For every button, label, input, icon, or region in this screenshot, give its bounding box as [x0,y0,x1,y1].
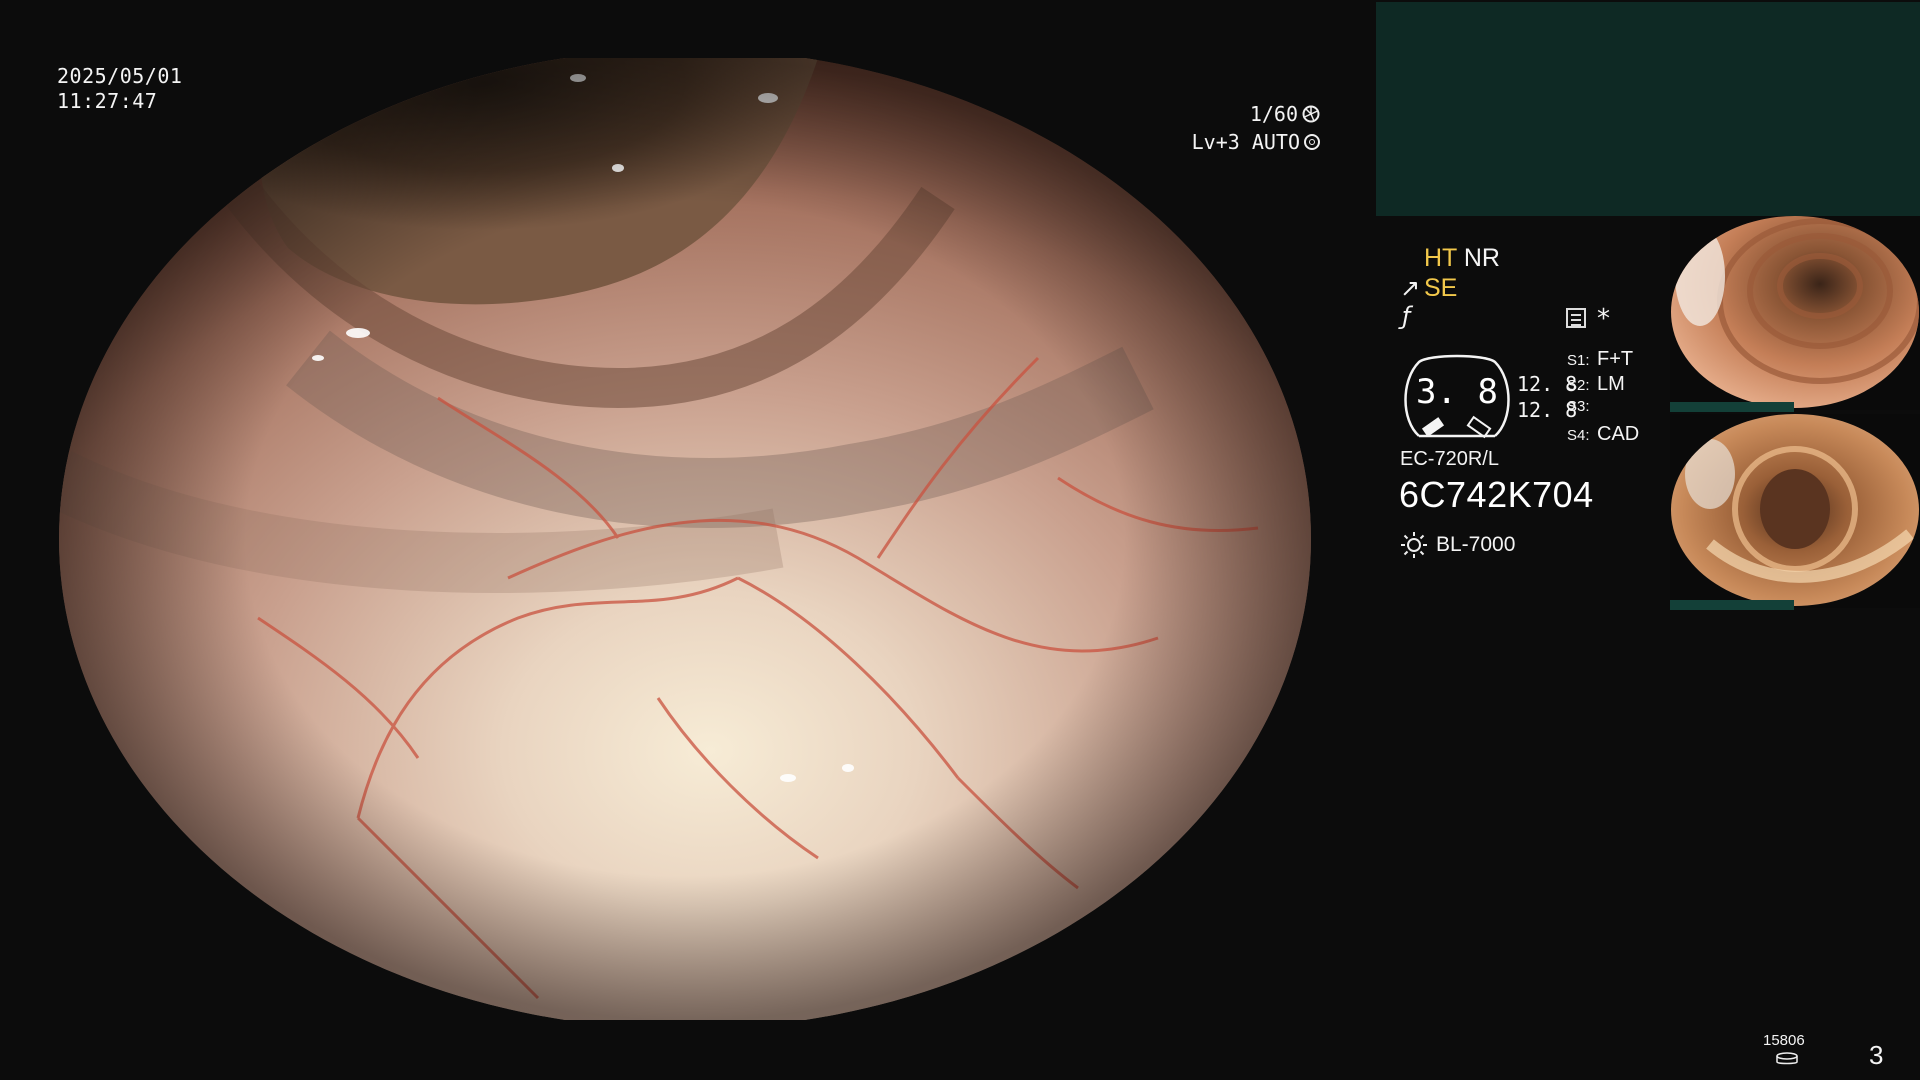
switch-row: S3: [1567,398,1590,415]
light-source-label: BL-7000 [1436,533,1516,556]
time-label: 11:27:47 [57,89,158,113]
switch-row: S1: F+T [1567,348,1634,370]
nr-indicator: NR [1463,244,1500,272]
thumbnail-bar [1670,600,1794,610]
page-number: 3 [1869,1040,1884,1070]
endoscopy-monitor: 2025/05/01 11:27:47 1/60 Lv+3 AUTO HT NR… [0,0,1920,1080]
zoom-value: 3. 8 [1416,372,1498,412]
asterisk-icon: * [1597,304,1610,334]
light-source: BL-7000 [1400,531,1515,559]
switch-row: S2: LM [1567,373,1625,395]
captured-thumbnail[interactable] [1670,216,1920,410]
light-source-icon [1401,532,1427,558]
thumbnail-image [1671,216,1919,408]
thumbnail-image [1671,414,1919,606]
thumbnail-bar [1670,402,1794,412]
shutter-speed: 1/60 [1249,102,1298,126]
endoscope-view [58,58,1312,1020]
date-label: 2025/05/01 [57,64,183,88]
freeze-icon: ƒ [1402,302,1411,330]
enhancement-modes: HT NR [1424,243,1500,273]
captured-thumbnail[interactable] [1670,414,1920,608]
memo-icon [1566,308,1586,328]
ht-indicator: HT [1424,244,1457,272]
scope-serial: 6C742K704 [1399,474,1594,515]
timestamp: 2025/05/01 11:27:47 [57,64,182,114]
exposure-info: 1/60 Lv+3 AUTO [1180,100,1320,156]
level-mode: Lv+3 AUTO [1191,130,1300,154]
scope-adjust-icon: ↗ [1400,274,1421,302]
shutter-icon [1302,105,1320,123]
switch-row: S4: CAD [1567,423,1640,445]
patient-info-area [1376,2,1920,216]
se-indicator: SE [1424,274,1458,302]
switch-assignments: S1: F+T S2: LM S3: S4: CAD [1567,348,1639,448]
scope-model: EC-720R/L [1400,448,1499,470]
endoscope-image [59,58,1311,1020]
disk-icon [1776,1052,1798,1065]
auto-iris-icon [1304,134,1320,150]
image-counter: 15806 [1763,1032,1805,1049]
